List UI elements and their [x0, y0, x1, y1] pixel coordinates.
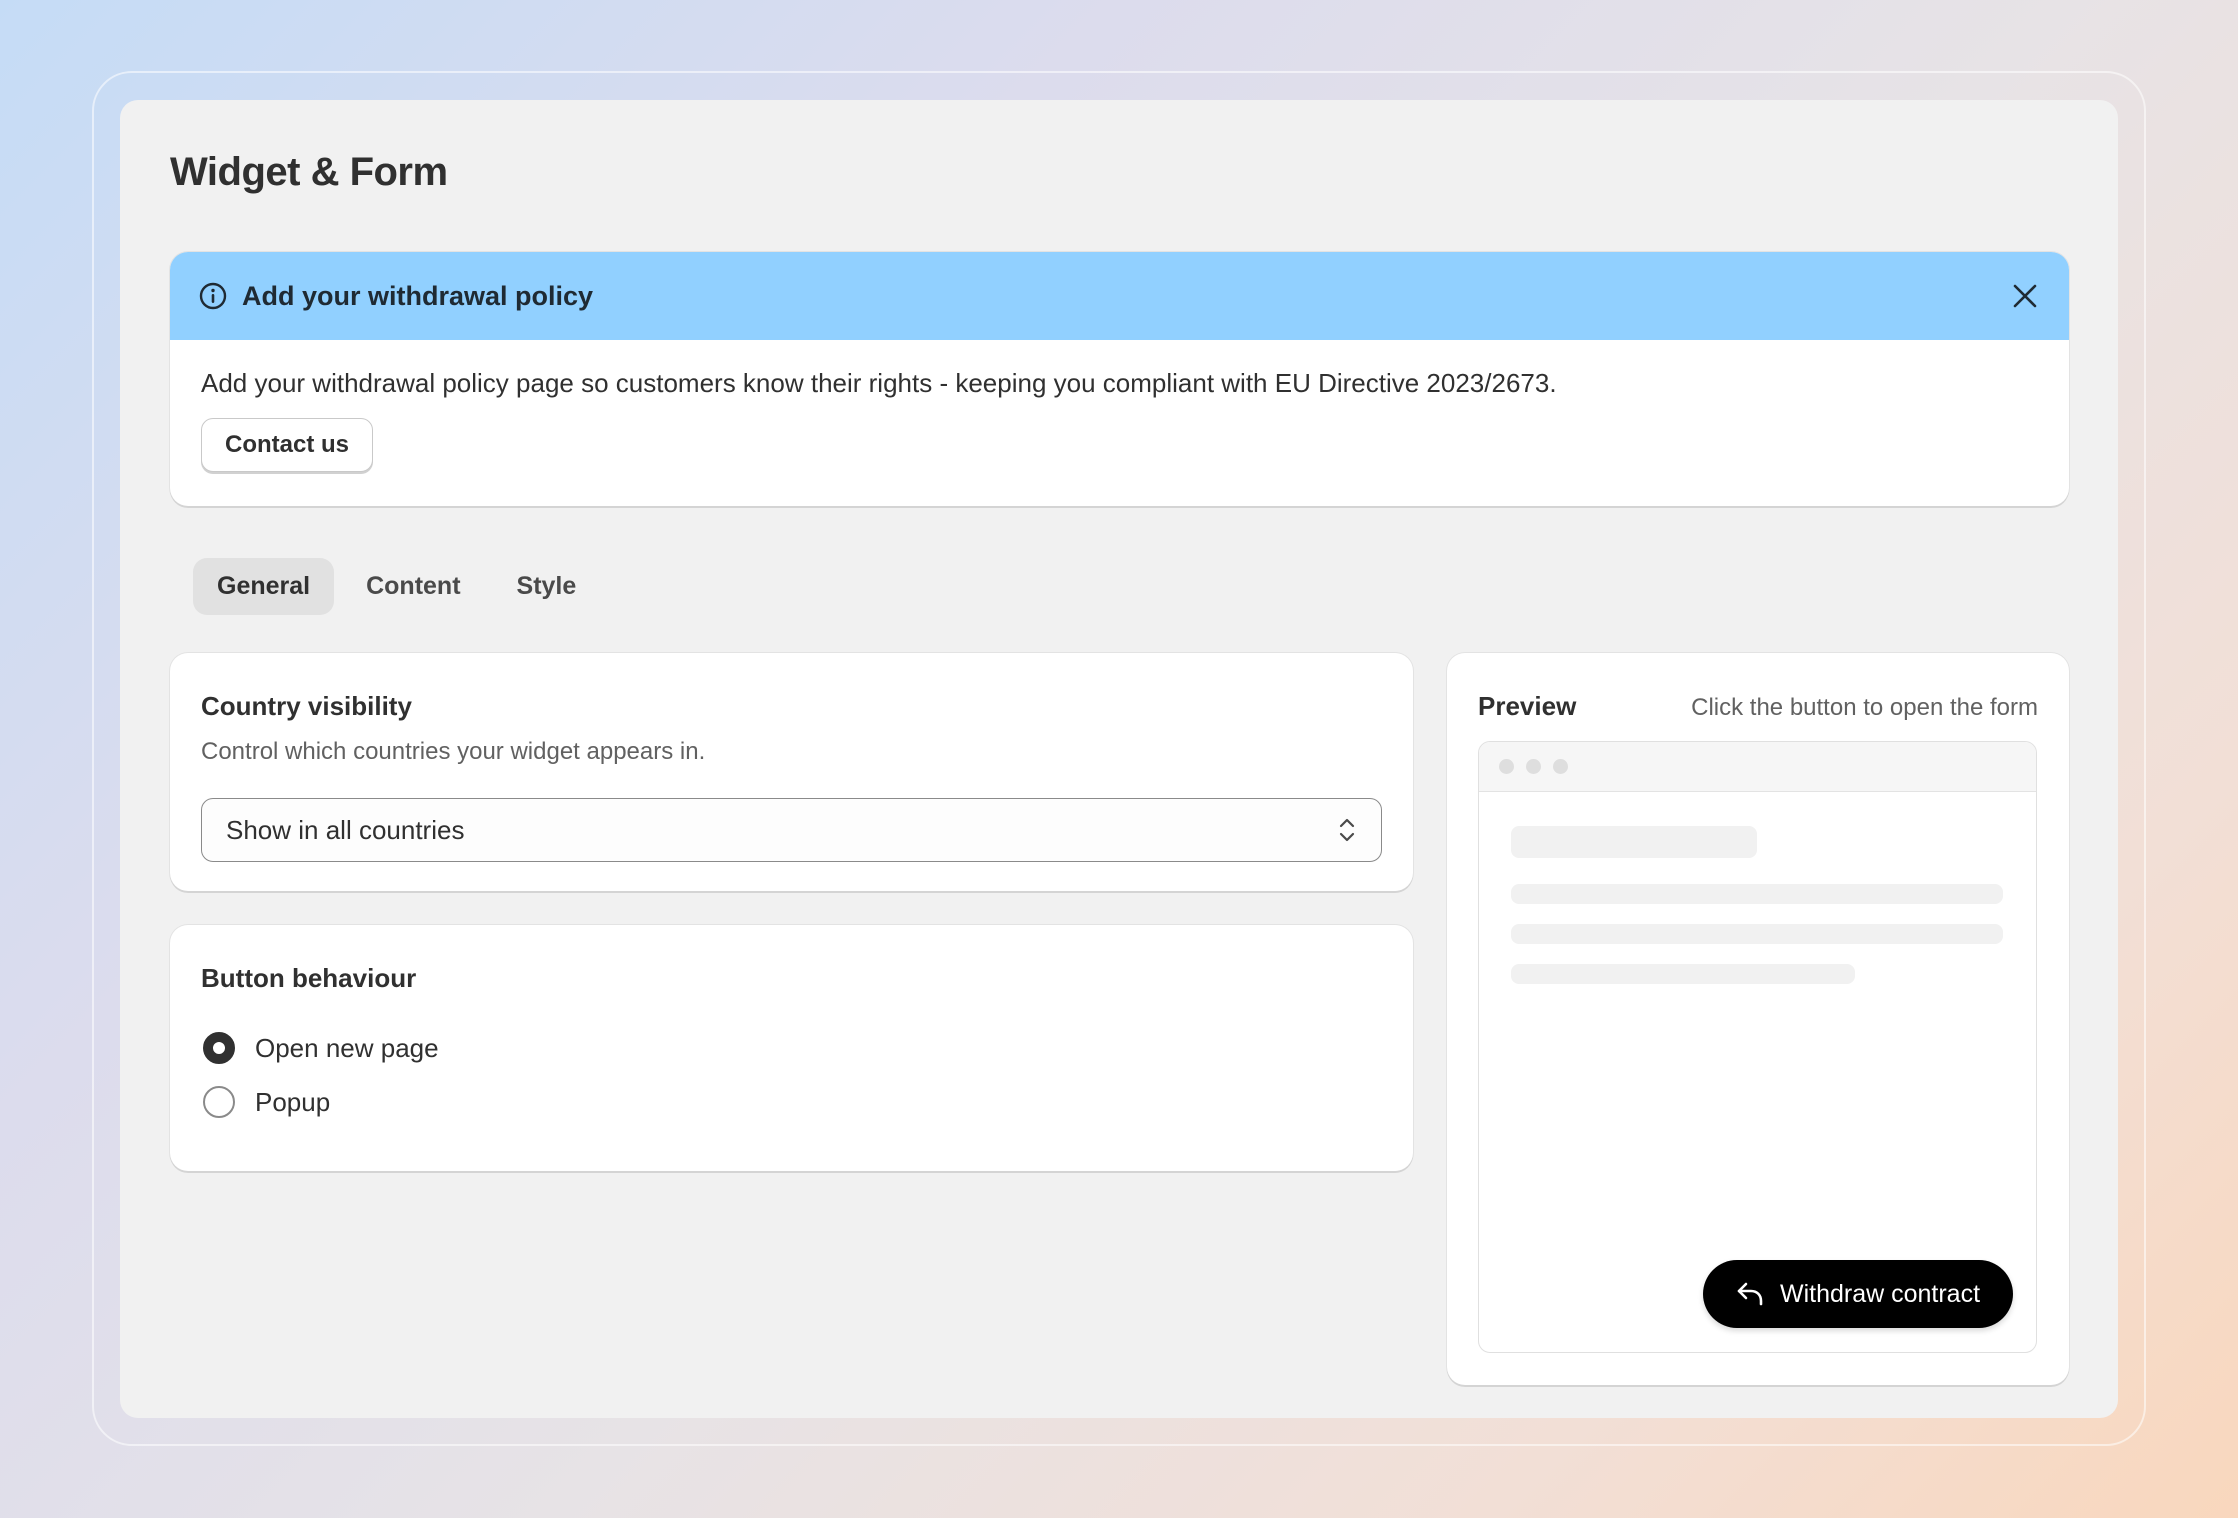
banner-title: Add your withdrawal policy [242, 280, 594, 311]
country-visibility-title: Country visibility [201, 691, 412, 721]
skeleton-line [1511, 884, 2003, 904]
settings-tabs: General Content Style [193, 558, 600, 615]
country-visibility-select[interactable]: Show in all countries [201, 798, 1382, 862]
radio-label: Popup [255, 1086, 331, 1117]
button-behaviour-card: Button behaviour Open new page Popup [170, 925, 1413, 1171]
browser-bar [1479, 742, 2036, 792]
button-behaviour-options: Open new page Popup [201, 1032, 1382, 1118]
skeleton-line [1511, 924, 2003, 944]
country-visibility-card: Country visibility Control which countri… [170, 653, 1413, 891]
banner-body: Add your withdrawal policy page so custo… [170, 340, 2069, 500]
tab-style[interactable]: Style [493, 558, 601, 615]
country-visibility-description: Control which countries your widget appe… [201, 738, 706, 765]
country-visibility-value: Show in all countries [226, 814, 465, 845]
withdraw-contract-button[interactable]: Withdraw contract [1703, 1260, 2013, 1328]
info-icon [199, 282, 227, 310]
banner-text: Add your withdrawal policy page so custo… [201, 368, 1557, 398]
window-dot [1499, 759, 1514, 774]
preview-browser: Withdraw contract [1478, 741, 2037, 1353]
option-popup[interactable]: Popup [201, 1086, 1382, 1118]
withdrawal-policy-banner: Add your withdrawal policy Add your with… [170, 252, 2069, 506]
button-behaviour-title: Button behaviour [201, 963, 417, 993]
window-dot [1526, 759, 1541, 774]
option-open-new-page[interactable]: Open new page [201, 1032, 1382, 1064]
preview-hint: Click the button to open the form [1691, 694, 2038, 721]
withdraw-contract-label: Withdraw contract [1779, 1279, 1981, 1308]
skeleton-heading [1511, 826, 1757, 858]
tab-content[interactable]: Content [342, 558, 484, 615]
close-banner-button[interactable] [2007, 278, 2043, 314]
tab-general[interactable]: General [193, 558, 335, 615]
contact-us-button[interactable]: Contact us [201, 418, 374, 472]
preview-card: Preview Click the button to open the for… [1447, 653, 2069, 1385]
reply-arrow-icon [1737, 1282, 1763, 1306]
close-icon [2013, 284, 2037, 308]
radio-open-new-page[interactable] [203, 1032, 235, 1064]
radio-label: Open new page [255, 1032, 439, 1063]
window-dot [1553, 759, 1568, 774]
skeleton-line [1511, 964, 1855, 984]
preview-title: Preview [1478, 691, 1577, 721]
banner-header: Add your withdrawal policy [170, 252, 2069, 340]
radio-popup[interactable] [203, 1086, 235, 1118]
page-title: Widget & Form [170, 150, 448, 194]
chevron-up-down-icon [1339, 818, 1355, 842]
